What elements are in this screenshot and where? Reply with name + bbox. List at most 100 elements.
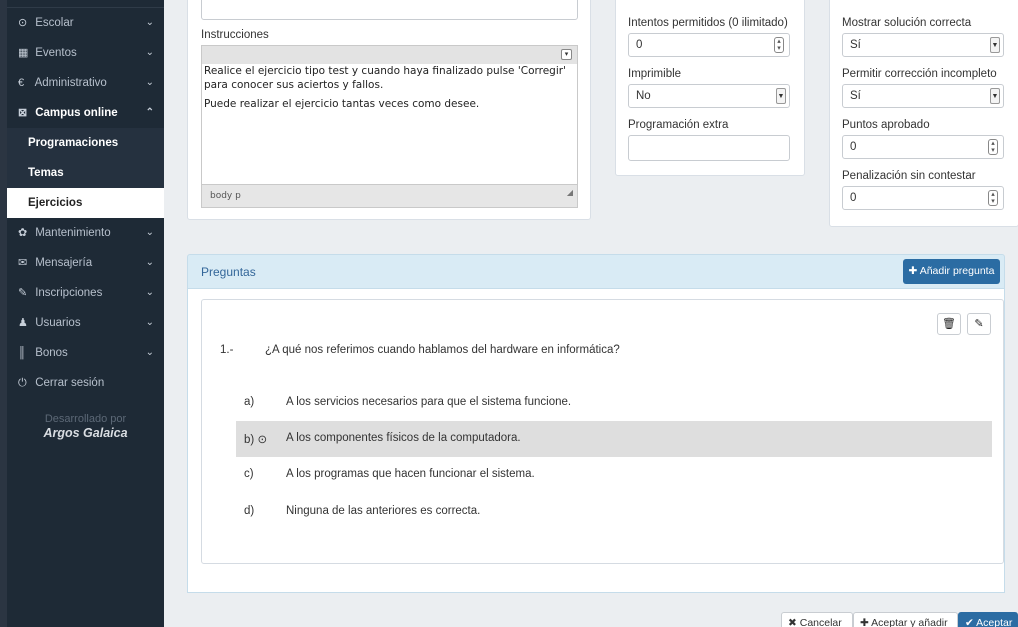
editor-status-bar: body p ◢ [201, 184, 578, 208]
spinner-icon[interactable]: ▴ ▾ [988, 190, 998, 206]
answer-row: c) A los programas que hacen funcionar e… [236, 457, 992, 493]
plus-icon: ✚ [860, 617, 869, 627]
calendar-icon: ▦ [18, 47, 29, 59]
allow-incomplete-value: Sí [850, 90, 861, 102]
pass-points-value: 0 [850, 141, 857, 153]
gear-icon: ✿ [18, 227, 28, 239]
chevron-down-icon: ⌄ [145, 257, 154, 268]
cancel-label: Cancelar [799, 617, 842, 627]
sidebar-item-eventos[interactable]: ▦ Eventos ⌄ [7, 38, 164, 68]
euro-icon: € [18, 77, 25, 89]
questions-header: Preguntas ✚ Añadir pregunta [187, 254, 1005, 289]
show-solution-value: Sí [850, 39, 861, 51]
attempts-input[interactable]: 0 ▴ ▾ [628, 33, 790, 57]
sidebar-subitem-programaciones[interactable]: Programaciones [7, 128, 164, 158]
barcode-icon: ║ [18, 347, 26, 359]
printable-label: Imprimible [628, 68, 682, 80]
cancel-button[interactable]: ✖ Cancelar [781, 612, 853, 627]
plus-icon: ✚ [908, 265, 918, 277]
pass-points-input[interactable]: 0 ▴ ▾ [842, 135, 1004, 159]
toolbar-toggle-icon[interactable]: ▾ [561, 49, 572, 60]
question-text: ¿A qué nos referimos cuando hablamos del… [265, 344, 620, 356]
dropdown-arrow-icon[interactable]: ▼ [990, 88, 1000, 104]
sidebar-item-label: Cerrar sesión [35, 377, 105, 389]
sidebar-item-escolar[interactable]: ⊙ Escolar ⌄ [7, 8, 164, 38]
answer-text: A los servicios necesarios para que el s… [286, 396, 572, 408]
answer-text: A los programas que hacen funcionar el s… [286, 468, 535, 480]
sidebar-item-usuarios[interactable]: ♟ Usuarios ⌄ [7, 308, 164, 338]
spinner-icon[interactable]: ▴ ▾ [774, 37, 784, 53]
user-icon: ♟ [18, 317, 28, 329]
question-number: 1.- [220, 344, 234, 356]
chevron-down-icon: ⌄ [145, 77, 154, 88]
chevron-down-icon: ⌄ [145, 347, 154, 358]
answer-letter: a) [244, 396, 255, 408]
dropdown-arrow-icon[interactable]: ▼ [990, 37, 1000, 53]
accept-add-label: Aceptar y añadir [871, 617, 948, 627]
sidebar-subitem-temas[interactable]: Temas [7, 158, 164, 188]
penalty-value: 0 [850, 192, 857, 204]
sidebar-item-label: Usuarios [35, 317, 81, 329]
show-solution-select[interactable]: Sí ▼ [842, 33, 1004, 57]
chevron-down-icon: ⌄ [145, 317, 154, 328]
chevron-down-icon: ⌄ [145, 287, 154, 298]
check-icon: ✔ [965, 617, 974, 627]
add-question-button[interactable]: ✚ Añadir pregunta [903, 259, 1000, 284]
trash-icon: 🗑 [942, 318, 956, 330]
accept-add-button[interactable]: ✚ Aceptar y añadir [853, 612, 958, 627]
sidebar-item-label: Campus online [35, 107, 118, 119]
dropdown-arrow-icon[interactable]: ▼ [776, 88, 786, 104]
extra-input[interactable] [628, 135, 790, 161]
add-question-label: Añadir pregunta [919, 265, 995, 277]
sidebar-item-campus-online[interactable]: ⊠ Campus online ⌃ [7, 98, 164, 128]
sidebar-menu: ⊙ Escolar ⌄ ▦ Eventos ⌄ € Administrativo… [7, 0, 164, 627]
clock-icon: ⊙ [18, 17, 28, 29]
show-solution-label: Mostrar solución correcta [842, 17, 972, 29]
answer-row: a) A los servicios necesarios para que e… [236, 385, 992, 421]
sidebar-item-label: Mensajería [35, 257, 93, 269]
sidebar-item-label: Mantenimiento [35, 227, 111, 239]
sidebar-item-mensajeria[interactable]: ✉ Mensajería ⌄ [7, 248, 164, 278]
answer-letter: b) ⊙ [244, 432, 267, 446]
sidebar-item-inscripciones[interactable]: ✎ Inscripciones ⌄ [7, 278, 164, 308]
spinner-icon[interactable]: ▴ ▾ [988, 139, 998, 155]
title-field[interactable] [201, 0, 578, 20]
allow-incomplete-label: Permitir corrección incompleto [842, 68, 997, 80]
allow-incomplete-select[interactable]: Sí ▼ [842, 84, 1004, 108]
sidebar-item-mantenimiento[interactable]: ✿ Mantenimiento ⌄ [7, 218, 164, 248]
sidebar-item-label: Administrativo [34, 77, 107, 89]
extra-label: Programación extra [628, 119, 729, 131]
sidebar-item-bonos[interactable]: ║ Bonos ⌄ [7, 338, 164, 368]
answer-row-correct: b) ⊙ A los componentes físicos de la com… [236, 421, 992, 457]
instructions-paragraph: Puede realizar el ejercicio tantas veces… [204, 98, 480, 110]
edit-question-button[interactable]: ✎ [967, 313, 991, 335]
sidebar-item-label: Eventos [35, 47, 77, 59]
sidebar-item-cerrar-sesion[interactable]: ⏻ Cerrar sesión [7, 368, 164, 398]
sidebar-item-label: Inscripciones [35, 287, 103, 299]
sidebar-item-label: Bonos [35, 347, 68, 359]
close-icon: ✖ [788, 617, 797, 627]
envelope-icon: ✉ [18, 257, 28, 269]
chevron-down-icon: ⌄ [145, 47, 154, 58]
penalty-label: Penalización sin contestar [842, 170, 976, 182]
printable-select[interactable]: No ▼ [628, 84, 790, 108]
answer-letter: d) [244, 505, 255, 517]
answer-text: Ninguna de las anteriores es correcta. [286, 505, 481, 517]
attempts-label: Intentos permitidos (0 ilimitado) [628, 17, 788, 29]
sidebar: ⊙ Escolar ⌄ ▦ Eventos ⌄ € Administrativo… [0, 0, 164, 627]
accept-button[interactable]: ✔ Aceptar [958, 612, 1018, 627]
accept-label: Aceptar [976, 617, 1013, 627]
questions-title: Preguntas [201, 265, 256, 279]
attempts-value: 0 [636, 39, 643, 51]
delete-question-button[interactable]: 🗑 [937, 313, 961, 335]
sidebar-item-label: Escolar [35, 17, 74, 29]
answer-row: d) Ninguna de las anteriores es correcta… [236, 494, 992, 530]
sidebar-item-administrativo[interactable]: € Administrativo ⌄ [7, 68, 164, 98]
penalty-input[interactable]: 0 ▴ ▾ [842, 186, 1004, 210]
instructions-paragraph: Realice el ejercicio tipo test y cuando … [204, 65, 566, 91]
chevron-down-icon: ⌄ [145, 17, 154, 28]
resize-grip-icon[interactable]: ◢ [567, 182, 573, 204]
sidebar-subitem-ejercicios[interactable]: Ejercicios [7, 188, 164, 218]
check-circle-icon: ⊙ [257, 434, 268, 446]
instructions-editor[interactable]: Realice el ejercicio tipo test y cuando … [201, 64, 578, 184]
